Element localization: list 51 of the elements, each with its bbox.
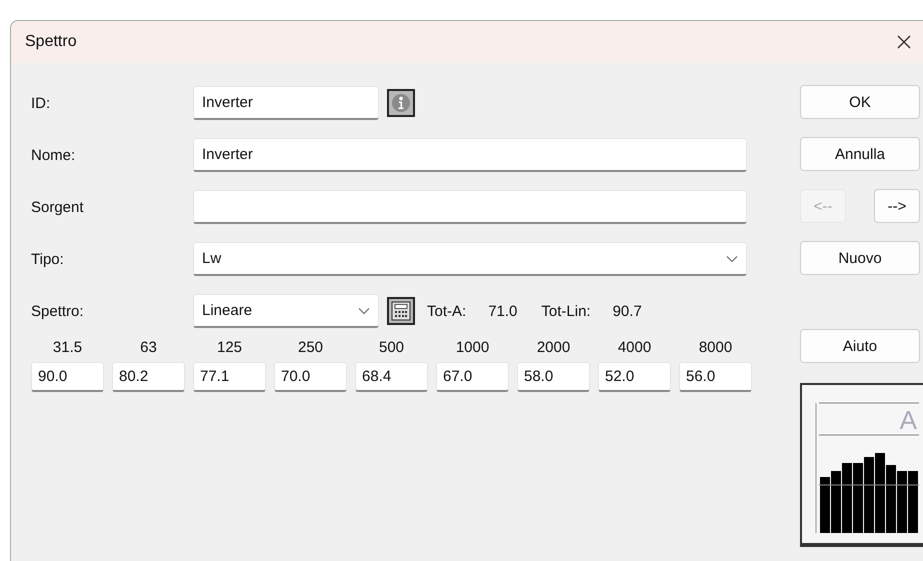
band-frequency: 8000 (698, 339, 732, 356)
spectrum-bar (820, 477, 830, 533)
band-value-field[interactable]: 77.1 (193, 362, 266, 392)
band-value-field[interactable]: 70.0 (274, 362, 347, 392)
text-field[interactable] (193, 190, 747, 224)
band-frequency: 500 (378, 339, 404, 356)
band-frequency: 2000 (536, 339, 570, 356)
field-label: Tipo: (31, 250, 65, 268)
band-value-field[interactable]: 58.0 (517, 362, 590, 392)
field-label: Sorgent (31, 198, 85, 216)
spectrum-dropdown[interactable]: Lineare (193, 294, 379, 328)
total-label: Tot-A: (427, 302, 466, 320)
chevron-down-icon (358, 306, 370, 314)
type-dropdown[interactable]: Lw (193, 242, 747, 276)
band-frequency: 125 (216, 339, 242, 356)
field-label: ID: (31, 94, 52, 112)
spectrum-bar (886, 465, 896, 533)
window-title: Spettro (25, 33, 77, 51)
spectrum-bar (842, 463, 852, 533)
dialog-button[interactable]: OK (800, 85, 920, 119)
arrow-button[interactable]: --> (874, 189, 920, 223)
text-field[interactable]: Inverter (193, 138, 747, 172)
dialog-button[interactable]: Annulla (800, 137, 920, 171)
band-value-field[interactable]: 67.0 (436, 362, 509, 392)
band-frequency: 31.5 (52, 339, 82, 356)
spectrum-bar (831, 471, 841, 533)
info-button[interactable] (387, 89, 415, 117)
field-label: Spettro: (31, 302, 85, 320)
calculator-button[interactable] (387, 297, 415, 325)
spectrum-bar (897, 471, 907, 533)
band-value-field[interactable]: 90.0 (31, 362, 104, 392)
close-icon[interactable] (896, 34, 912, 50)
band-value-field[interactable]: 52.0 (598, 362, 671, 392)
band-frequency: 1000 (456, 339, 490, 356)
band-frequency: 4000 (618, 339, 652, 356)
weighting-letter: A (900, 405, 917, 435)
total-value: 71.0 (488, 302, 518, 320)
band-value-field[interactable]: 68.4 (355, 362, 428, 392)
text-field[interactable]: Inverter (193, 86, 379, 120)
spectrum-bar (908, 471, 918, 533)
dialog-button[interactable]: Aiuto (800, 329, 920, 363)
spectrum-bar (853, 463, 863, 533)
dialog-button[interactable]: Nuovo (800, 241, 920, 275)
band-value-field[interactable]: 56.0 (679, 362, 752, 392)
band-value-field[interactable]: 80.2 (112, 362, 185, 392)
band-frequency: 63 (140, 339, 157, 356)
band-frequency: 250 (298, 339, 324, 356)
field-label: Nome: (31, 146, 76, 164)
chevron-down-icon (726, 254, 738, 262)
total-value: 90.7 (612, 302, 642, 320)
total-label: Tot-Lin: (541, 302, 591, 320)
